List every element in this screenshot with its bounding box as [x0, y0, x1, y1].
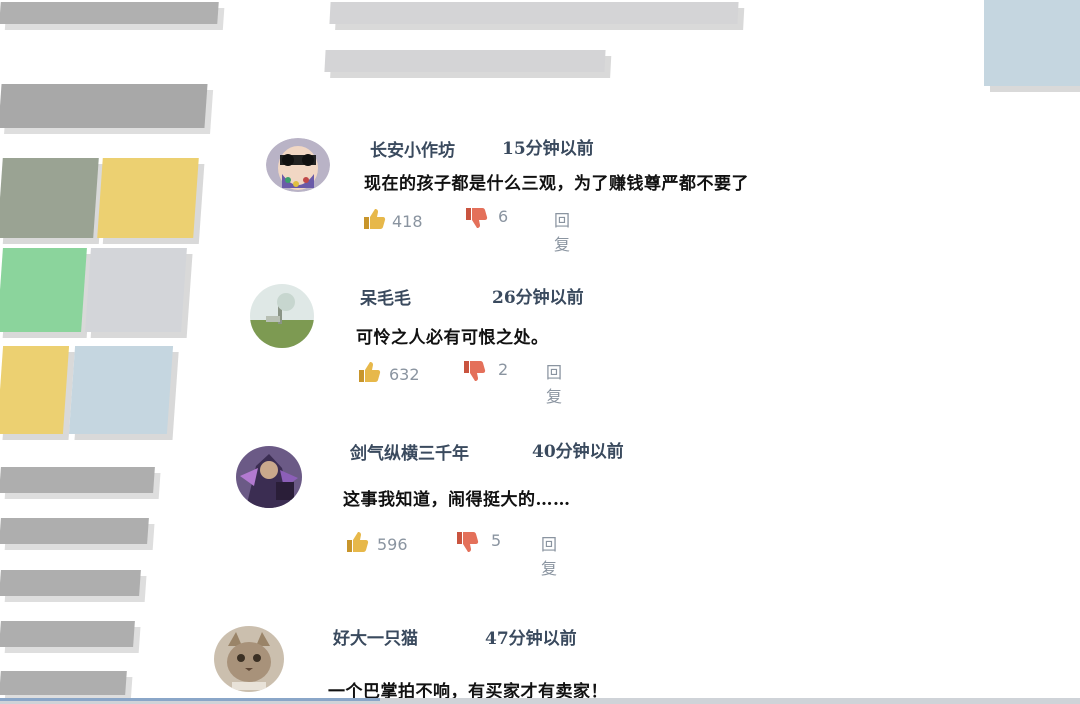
cat-avatar-icon[interactable]	[214, 626, 284, 692]
top-placeholder-bar	[329, 2, 739, 24]
tile-light-blue	[68, 346, 174, 434]
thumbs-up-icon	[345, 530, 369, 554]
like-button[interactable]: 418	[362, 206, 423, 231]
reply-button[interactable]: 回复	[546, 359, 562, 407]
placeholder-bar	[0, 518, 149, 544]
bottom-progress-line	[0, 698, 1080, 704]
like-button[interactable]: 596	[345, 529, 408, 554]
dislike-count: 2	[498, 359, 509, 379]
warrior-avatar-icon[interactable]	[236, 446, 302, 508]
thumbs-up-icon	[362, 207, 386, 231]
sunglasses-avatar-icon[interactable]	[266, 138, 330, 192]
thumbs-down-icon	[462, 359, 486, 383]
placeholder-bar	[0, 2, 219, 24]
comment-time: 47分钟以前	[485, 629, 577, 649]
comment-time: 15分钟以前	[502, 139, 594, 159]
comment-text: 这事我知道，闹得挺大的……	[343, 490, 571, 510]
comment-username[interactable]: 长安小作坊	[370, 136, 455, 161]
dislike-button[interactable]: 5	[455, 530, 501, 554]
tile-sage	[0, 158, 99, 238]
dislike-button[interactable]: 6	[464, 206, 508, 230]
thumbs-down-icon	[464, 206, 488, 230]
like-count: 418	[392, 212, 423, 231]
comment-username[interactable]: 好大一只猫	[333, 624, 418, 649]
comment-text: 可怜之人必有可恨之处。	[356, 328, 549, 348]
comment-username[interactable]: 呆毛毛	[360, 284, 411, 309]
tile-yellow-2	[0, 346, 70, 434]
placeholder-bar	[0, 467, 155, 493]
reply-button[interactable]: 回复	[541, 531, 557, 579]
dislike-count: 5	[491, 530, 502, 550]
like-button[interactable]: 632	[357, 359, 420, 384]
comment-username[interactable]: 剑气纵横三千年	[350, 439, 469, 464]
comment-time: 26分钟以前	[492, 288, 584, 308]
placeholder-bar	[0, 621, 135, 647]
tile-yellow	[97, 158, 199, 238]
landscape-avatar-icon[interactable]	[250, 284, 314, 348]
like-count: 596	[377, 535, 408, 554]
dislike-button[interactable]: 2	[462, 359, 508, 383]
progress-fill	[0, 698, 380, 701]
thumbs-up-icon	[357, 360, 381, 384]
placeholder-bar	[0, 671, 127, 695]
placeholder-bar	[0, 84, 208, 128]
top-placeholder-bar	[324, 50, 606, 72]
comment-text: 现在的孩子都是什么三观，为了赚钱尊严都不要了	[364, 174, 749, 194]
top-right-tile	[984, 0, 1080, 86]
dislike-count: 6	[498, 206, 509, 226]
placeholder-bar	[0, 570, 141, 596]
thumbs-down-icon	[455, 530, 479, 554]
tile-silver	[85, 248, 187, 332]
comment-time: 40分钟以前	[532, 442, 624, 462]
tile-green	[0, 248, 87, 332]
like-count: 632	[389, 365, 420, 384]
reply-button[interactable]: 回复	[554, 207, 570, 255]
